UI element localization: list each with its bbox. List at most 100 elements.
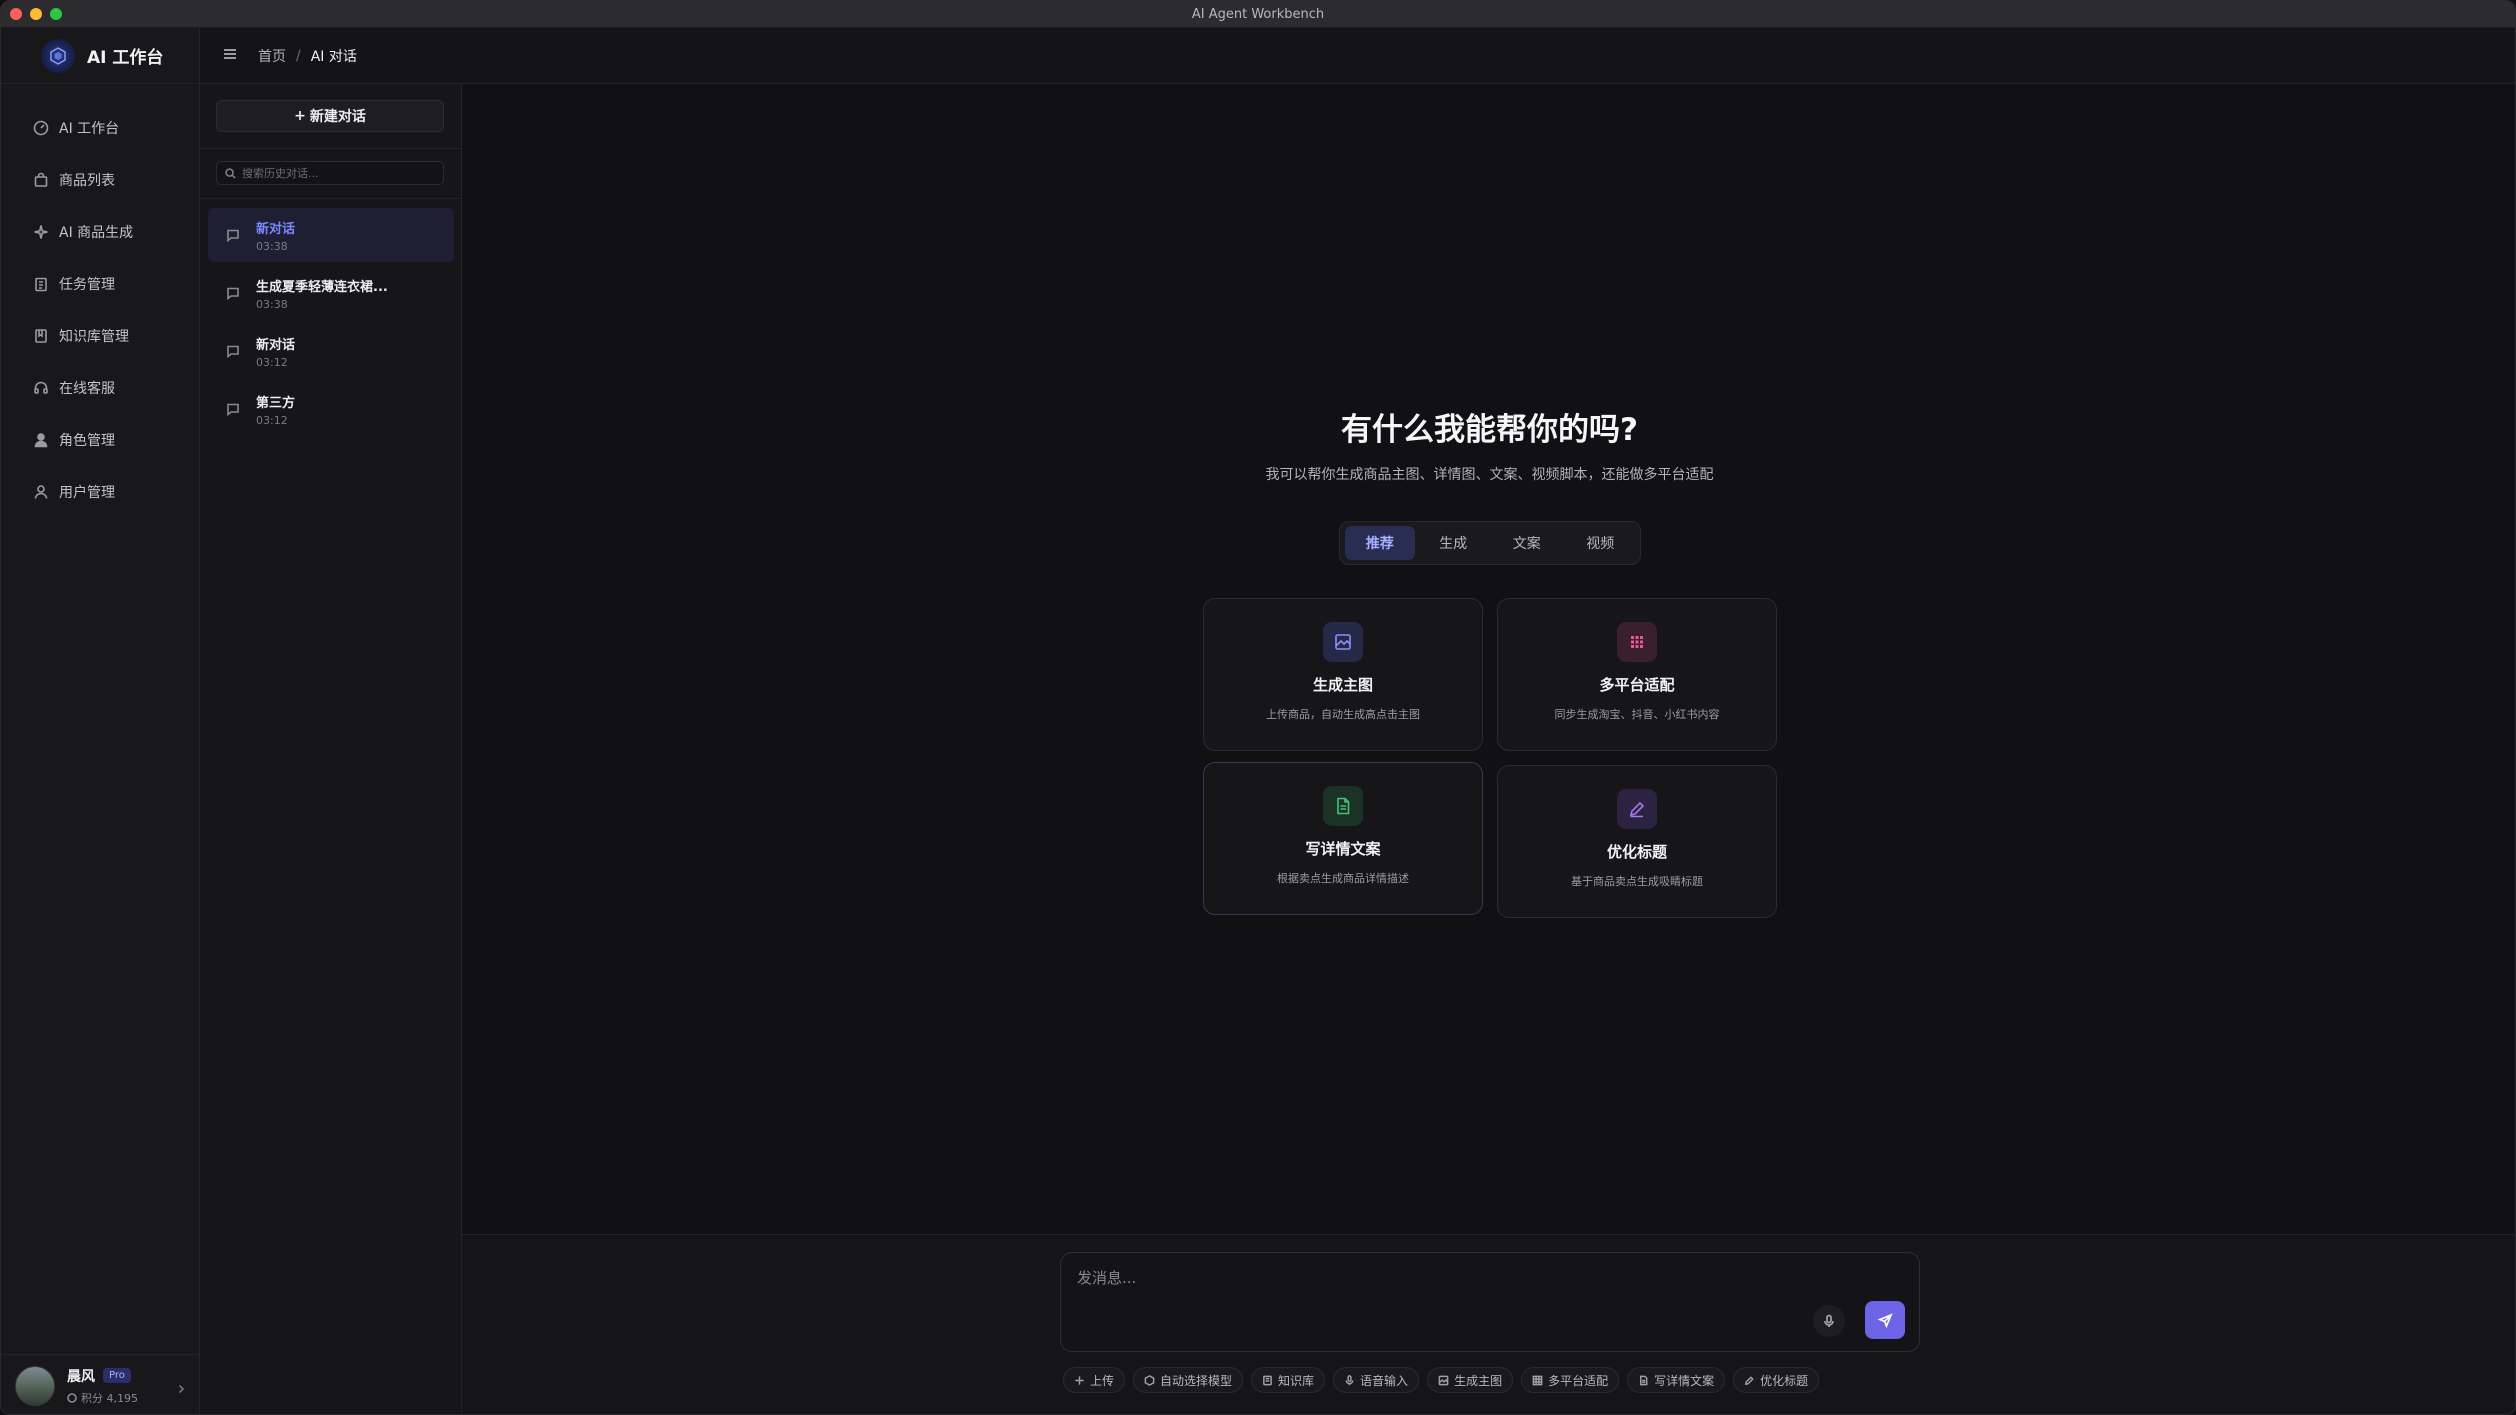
voice-input-tool-button[interactable]: 语音输入: [1333, 1367, 1420, 1393]
tab-recommended[interactable]: 推荐: [1345, 526, 1415, 560]
sidebar-item-users[interactable]: 用户管理: [1, 466, 199, 518]
cube-icon: [1144, 1374, 1155, 1386]
user-meta: 晨风 Pro 积分 4,195: [67, 1366, 138, 1406]
document-icon: [1640, 1375, 1648, 1385]
message-input[interactable]: [1077, 1267, 1837, 1297]
breadcrumb: 首页 / AI 对话: [258, 46, 357, 66]
write-details-button[interactable]: 写详情文案: [1627, 1367, 1726, 1393]
card-description: 同步生成淘宝、抖音、小红书内容: [1554, 708, 1720, 721]
composer-area: 上传 自动选择模型 知识库 语音输入 生成主图 多平台适配: [462, 1234, 2515, 1414]
minimize-window-button[interactable]: [30, 8, 42, 20]
history-search[interactable]: [216, 161, 444, 185]
conversation-item[interactable]: 第三方 03:12: [208, 382, 454, 436]
conversation-text: 第三方 03:12: [256, 392, 295, 427]
zoom-window-button[interactable]: [50, 8, 62, 20]
model-select-button[interactable]: 自动选择模型: [1133, 1367, 1244, 1393]
plus-icon: +: [294, 108, 306, 124]
sidebar-item-roles[interactable]: 角色管理: [1, 414, 199, 466]
app-window: AI Agent Workbench AI 工作台 AI 工作台 商品列表 AI…: [0, 0, 2516, 1415]
sidebar-item-label: 商品列表: [59, 173, 115, 189]
breadcrumb-home[interactable]: 首页: [258, 46, 286, 66]
conversation-title: 生成夏季轻薄连衣裙...: [256, 279, 388, 295]
brand[interactable]: AI 工作台: [1, 28, 199, 84]
divider: [200, 148, 461, 149]
sidebar-item-tasks[interactable]: 任务管理: [1, 258, 199, 310]
tool-label: 上传: [1090, 1373, 1115, 1388]
conversation-item[interactable]: 生成夏季轻薄连衣裙... 03:38: [208, 266, 454, 320]
page-subtitle: 我可以帮你生成商品主图、详情图、文案、视频脚本，还能做多平台适配: [1265, 467, 1714, 483]
coin-icon: [67, 1392, 77, 1403]
conversation-time: 03:38: [256, 297, 288, 311]
breadcrumb-separator: /: [296, 47, 301, 64]
conversation-text: 新对话 03:12: [256, 334, 295, 369]
search-icon: [225, 167, 236, 179]
user-credits: 积分 4,195: [67, 1390, 138, 1406]
tab-copywriting[interactable]: 文案: [1492, 526, 1562, 560]
new-chat-button[interactable]: + 新建对话: [216, 100, 444, 132]
chat-bubble-icon: [227, 345, 239, 358]
card-generate-main-image[interactable]: 生成主图 上传商品，自动生成高点击主图: [1203, 598, 1483, 751]
tool-label: 生成主图: [1454, 1373, 1503, 1388]
tab-video[interactable]: 视频: [1566, 526, 1636, 560]
conversation-time: 03:12: [256, 413, 288, 427]
credits-value: 积分 4,195: [81, 1391, 138, 1405]
generate-main-image-button[interactable]: 生成主图: [1427, 1367, 1514, 1393]
menu-icon[interactable]: [222, 46, 238, 66]
sidebar-item-customer-service[interactable]: 在线客服: [1, 362, 199, 414]
sidebar-item-knowledge-base[interactable]: 知识库管理: [1, 310, 199, 362]
upload-button[interactable]: 上传: [1063, 1367, 1126, 1393]
pen-icon: [1617, 789, 1657, 829]
card-multi-platform[interactable]: 多平台适配 同步生成淘宝、抖音、小红书内容: [1497, 598, 1777, 751]
voice-input-button[interactable]: [1813, 1305, 1845, 1337]
sidebar-item-products[interactable]: 商品列表: [1, 154, 199, 206]
chat-bubble-icon: [227, 403, 239, 416]
user-line: 晨风 Pro: [67, 1366, 138, 1386]
conversation-text: 生成夏季轻薄连衣裙... 03:38: [256, 276, 388, 311]
tool-label: 优化标题: [1760, 1373, 1809, 1388]
tool-label: 写详情文案: [1654, 1373, 1715, 1388]
optimize-title-button[interactable]: 优化标题: [1733, 1367, 1820, 1393]
book-icon: [1263, 1375, 1272, 1385]
tab-generate[interactable]: 生成: [1419, 526, 1489, 560]
send-icon: [1877, 1312, 1893, 1328]
book-icon: [35, 329, 47, 343]
mic-icon: [1824, 1314, 1834, 1327]
history-panel: + 新建对话 新对话 03:38 生成夏季轻薄连衣裙... 03:38: [200, 84, 462, 1414]
dashboard-icon: [33, 120, 49, 136]
tool-label: 自动选择模型: [1160, 1373, 1233, 1388]
breadcrumb-current: AI 对话: [310, 48, 357, 65]
sidebar-item-label: AI 工作台: [59, 121, 120, 137]
sidebar-item-label: 用户管理: [59, 485, 115, 501]
conversation-list: 新对话 03:38 生成夏季轻薄连衣裙... 03:38 新对话 03:12 第…: [208, 208, 454, 440]
close-window-button[interactable]: [10, 8, 22, 20]
tool-label: 多平台适配: [1548, 1373, 1609, 1388]
title-bar: AI Agent Workbench: [1, 1, 2515, 28]
headset-icon: [34, 381, 48, 394]
knowledge-base-button[interactable]: 知识库: [1251, 1367, 1326, 1393]
sidebar-item-label: 在线客服: [59, 381, 115, 397]
send-button[interactable]: [1865, 1301, 1905, 1339]
grid-icon: [1617, 622, 1657, 662]
clipboard-icon: [35, 277, 47, 292]
sidebar-item-ai-product-gen[interactable]: AI 商品生成: [1, 206, 199, 258]
top-header: 首页 / AI 对话: [200, 28, 2515, 84]
card-title: 多平台适配: [1599, 676, 1675, 694]
card-description: 基于商品卖点生成吸睛标题: [1571, 875, 1703, 888]
conversation-title: 新对话: [256, 221, 296, 237]
card-title: 写详情文案: [1305, 840, 1381, 858]
card-description: 上传商品，自动生成高点击主图: [1266, 708, 1420, 721]
conversation-item[interactable]: 新对话 03:12: [208, 324, 454, 378]
sidebar-item-ai-workbench[interactable]: AI 工作台: [1, 102, 199, 154]
sidebar: AI 工作台 AI 工作台 商品列表 AI 商品生成 任务管理 知识库管理 在线…: [1, 28, 200, 1414]
multi-platform-button[interactable]: 多平台适配: [1521, 1367, 1620, 1393]
conversation-time: 03:38: [256, 239, 288, 253]
card-optimize-title[interactable]: 优化标题 基于商品卖点生成吸睛标题: [1497, 765, 1777, 918]
chat-bubble-icon: [227, 229, 239, 242]
sparkles-icon: [34, 225, 48, 239]
main-content: 有什么我能帮你的吗? 我可以帮你生成商品主图、详情图、文案、视频脚本，还能做多平…: [462, 84, 2515, 1234]
user-profile[interactable]: 晨风 Pro 积分 4,195: [1, 1354, 200, 1414]
history-search-input[interactable]: [242, 166, 432, 180]
card-write-details[interactable]: 写详情文案 根据卖点生成商品详情描述: [1203, 762, 1483, 915]
conversation-item[interactable]: 新对话 03:38: [208, 208, 454, 262]
user-icon: [34, 485, 48, 499]
